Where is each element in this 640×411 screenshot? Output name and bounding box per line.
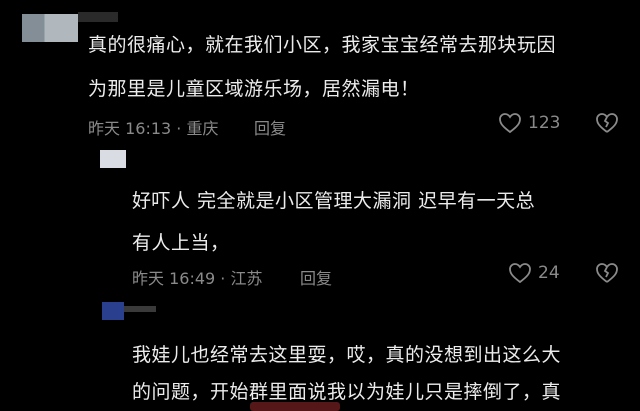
comment-text-line: 有人上当， bbox=[132, 232, 230, 254]
avatar[interactable] bbox=[100, 150, 126, 168]
comment-meta: 昨天 16:49 · 江苏 bbox=[132, 269, 263, 288]
broken-heart-icon[interactable] bbox=[594, 112, 620, 134]
reply-button[interactable]: 回复 bbox=[254, 115, 286, 139]
comment-text-line: 真的很痛心，就在我们小区，我家宝宝经常去那块玩因 bbox=[88, 34, 557, 56]
username-placeholder bbox=[124, 306, 156, 312]
like-button[interactable]: 24 bbox=[508, 262, 560, 284]
avatar[interactable] bbox=[102, 302, 124, 320]
comment-text-line: 的问题，开始群里面说我以为娃儿只是摔倒了，真 bbox=[132, 381, 562, 403]
comment-meta: 昨天 16:13 · 重庆 bbox=[88, 119, 219, 138]
comment-text-line: 我娃儿也经常去这里耍，哎，真的没想到出这么大 bbox=[132, 344, 562, 366]
comment-text-line: 为那里是儿童区域游乐场，居然漏电！ bbox=[88, 78, 420, 100]
like-count: 123 bbox=[528, 113, 561, 133]
like-button[interactable]: 123 bbox=[498, 112, 560, 134]
heart-icon bbox=[498, 112, 522, 134]
username-placeholder bbox=[78, 12, 118, 22]
broken-heart-icon[interactable] bbox=[594, 262, 620, 284]
like-count: 24 bbox=[538, 263, 560, 283]
reply-button[interactable]: 回复 bbox=[300, 265, 332, 289]
comment-text-line: 好吓人 完全就是小区管理大漏洞 迟早有一天总 bbox=[132, 190, 536, 212]
heart-icon bbox=[508, 262, 532, 284]
avatar[interactable] bbox=[22, 14, 78, 42]
scroll-indicator bbox=[250, 402, 340, 411]
